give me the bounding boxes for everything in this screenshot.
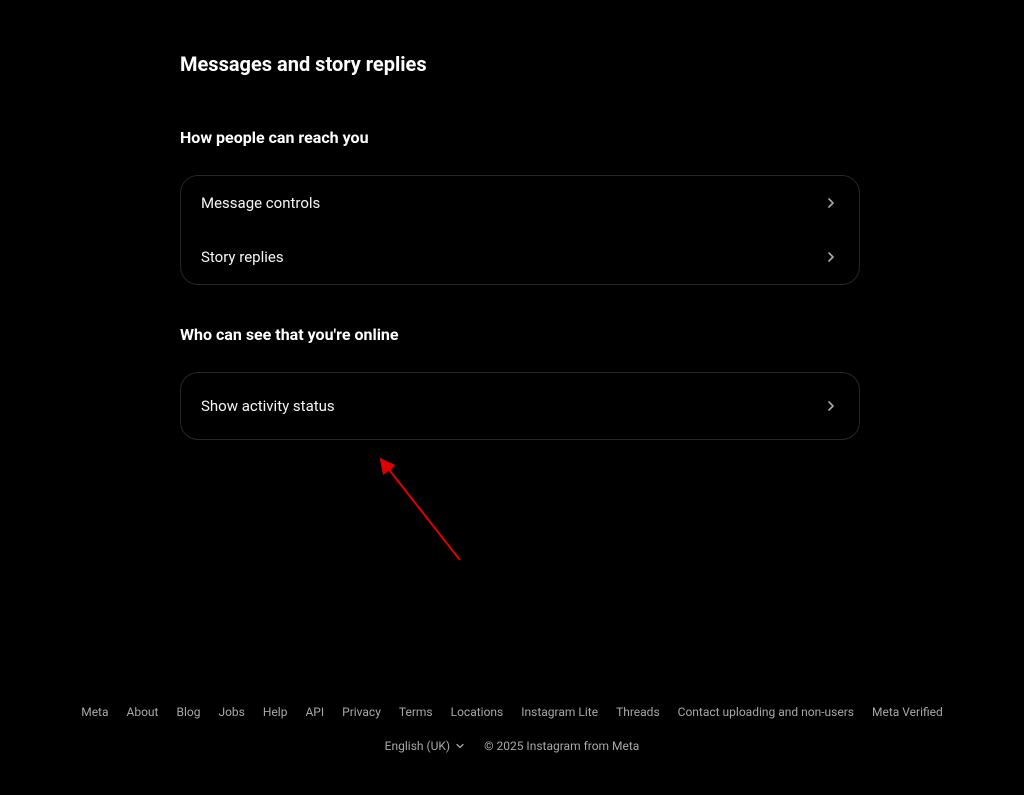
footer-link-privacy[interactable]: Privacy [342, 705, 381, 719]
message-controls-label: Message controls [201, 194, 320, 212]
footer: Meta About Blog Jobs Help API Privacy Te… [0, 705, 1024, 753]
footer-bottom: English (UK) © 2025 Instagram from Meta [0, 739, 1024, 753]
footer-link-about[interactable]: About [127, 705, 159, 719]
chevron-right-icon [823, 195, 839, 211]
page-title: Messages and story replies [180, 52, 860, 76]
footer-link-jobs[interactable]: Jobs [218, 705, 244, 719]
story-replies-row[interactable]: Story replies [181, 230, 859, 284]
chevron-down-icon [454, 740, 466, 752]
footer-links: Meta About Blog Jobs Help API Privacy Te… [0, 705, 1024, 719]
copyright-text: © 2025 Instagram from Meta [484, 739, 639, 753]
footer-link-locations[interactable]: Locations [451, 705, 504, 719]
message-controls-row[interactable]: Message controls [181, 176, 859, 230]
footer-link-blog[interactable]: Blog [176, 705, 200, 719]
reach-card: Message controls Story replies [180, 175, 860, 285]
footer-link-meta[interactable]: Meta [81, 705, 108, 719]
footer-link-help[interactable]: Help [263, 705, 288, 719]
online-card: Show activity status [180, 372, 860, 440]
footer-link-terms[interactable]: Terms [399, 705, 433, 719]
footer-link-meta-verified[interactable]: Meta Verified [872, 705, 943, 719]
annotation-arrow [375, 455, 475, 575]
footer-link-threads[interactable]: Threads [616, 705, 660, 719]
activity-status-label: Show activity status [201, 397, 335, 415]
footer-link-api[interactable]: API [305, 705, 324, 719]
section-title-online: Who can see that you're online [180, 325, 860, 344]
section-title-reach: How people can reach you [180, 128, 860, 147]
footer-link-instagram-lite[interactable]: Instagram Lite [521, 705, 598, 719]
chevron-right-icon [823, 398, 839, 414]
language-label: English (UK) [385, 739, 450, 753]
settings-content: Messages and story replies How people ca… [0, 0, 860, 440]
footer-link-contact-uploading[interactable]: Contact uploading and non-users [678, 705, 854, 719]
chevron-right-icon [823, 249, 839, 265]
language-selector[interactable]: English (UK) [385, 739, 466, 753]
story-replies-label: Story replies [201, 248, 284, 266]
activity-status-row[interactable]: Show activity status [181, 373, 859, 439]
